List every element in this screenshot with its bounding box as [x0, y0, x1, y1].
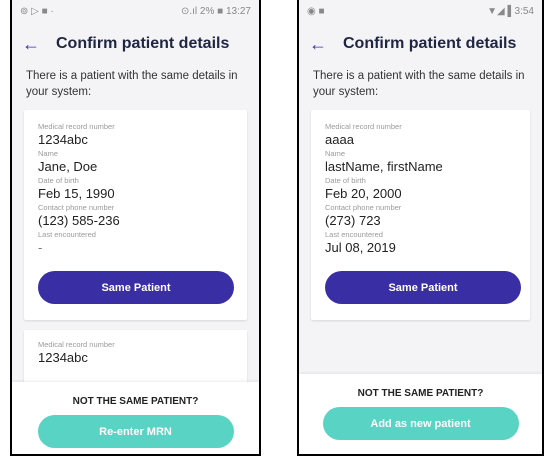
mrn-value: 1234abc [38, 350, 88, 365]
last-encountered-value: Jul 08, 2019 [325, 240, 396, 255]
app-header: ← Confirm patient details [12, 22, 259, 66]
mrn-label: Medical record number [38, 340, 115, 349]
last-encountered-label: Last encountered [38, 230, 96, 239]
last-encountered-value: - [38, 240, 43, 255]
system-status: ⊙.ıl 2% ■ 13:27 [180, 5, 251, 17]
mrn-value: aaaa [325, 132, 354, 147]
same-patient-button[interactable]: Same Patient [325, 271, 521, 304]
patient-card: Medical record number aaaa Name lastName… [311, 110, 530, 320]
dob-value: Feb 15, 1990 [38, 186, 115, 201]
page-title: Confirm patient details [343, 35, 517, 52]
notification-icons: ⊚ ▷ ■ · [20, 5, 54, 17]
page-title: Confirm patient details [56, 35, 230, 52]
same-patient-button[interactable]: Same Patient [38, 271, 234, 304]
mrn-label: Medical record number [325, 122, 402, 131]
mrn-value: 1234abc [38, 132, 88, 147]
dob-value: Feb 20, 2000 [325, 186, 402, 201]
phone-label: Contact phone number [38, 203, 115, 212]
status-bar: ⊚ ▷ ■ · ⊙.ıl 2% ■ 13:27 [12, 0, 259, 22]
dob-label: Date of birth [325, 176, 366, 185]
name-label: Name [325, 149, 346, 158]
mrn-label: Medical record number [38, 122, 115, 131]
intro-text: There is a patient with the same details… [313, 70, 525, 98]
status-bar: ◉ ■ ▼◢ ▌3:54 [299, 0, 542, 22]
intro-text: There is a patient with the same details… [26, 70, 238, 98]
back-arrow-icon[interactable]: ← [309, 34, 333, 55]
phone-label: Contact phone number [325, 203, 402, 212]
back-arrow-icon[interactable]: ← [22, 34, 46, 55]
system-status: ▼◢ ▌3:54 [487, 5, 534, 17]
name-label: Name [38, 149, 59, 158]
patient-card: Medical record number 1234abc Name Jane,… [24, 110, 247, 320]
not-same-patient-label: NOT THE SAME PATIENT? [72, 396, 199, 407]
add-as-new-patient-button[interactable]: Add as new patient [322, 407, 519, 440]
re-enter-mrn-button[interactable]: Re-enter MRN [37, 415, 234, 448]
last-encountered-label: Last encountered [325, 230, 383, 239]
notification-icons: ◉ ■ [307, 5, 325, 17]
name-value: lastName, firstName [325, 159, 443, 174]
app-header: ← Confirm patient details [299, 22, 542, 66]
bottom-action-bar: NOT THE SAME PATIENT? Add as new patient [299, 374, 542, 454]
name-value: Jane, Doe [38, 159, 98, 174]
bottom-action-bar: NOT THE SAME PATIENT? Re-enter MRN [12, 382, 259, 454]
dob-label: Date of birth [38, 176, 79, 185]
phone-value: (123) 585-236 [38, 213, 120, 228]
not-same-patient-label: NOT THE SAME PATIENT? [357, 388, 484, 399]
phone-value: (273) 723 [325, 213, 381, 228]
right-phone-screen: ◉ ■ ▼◢ ▌3:54 ← Confirm patient details T… [297, 0, 544, 456]
left-phone-screen: ⊚ ▷ ■ · ⊙.ıl 2% ■ 13:27 ← Confirm patien… [10, 0, 261, 456]
